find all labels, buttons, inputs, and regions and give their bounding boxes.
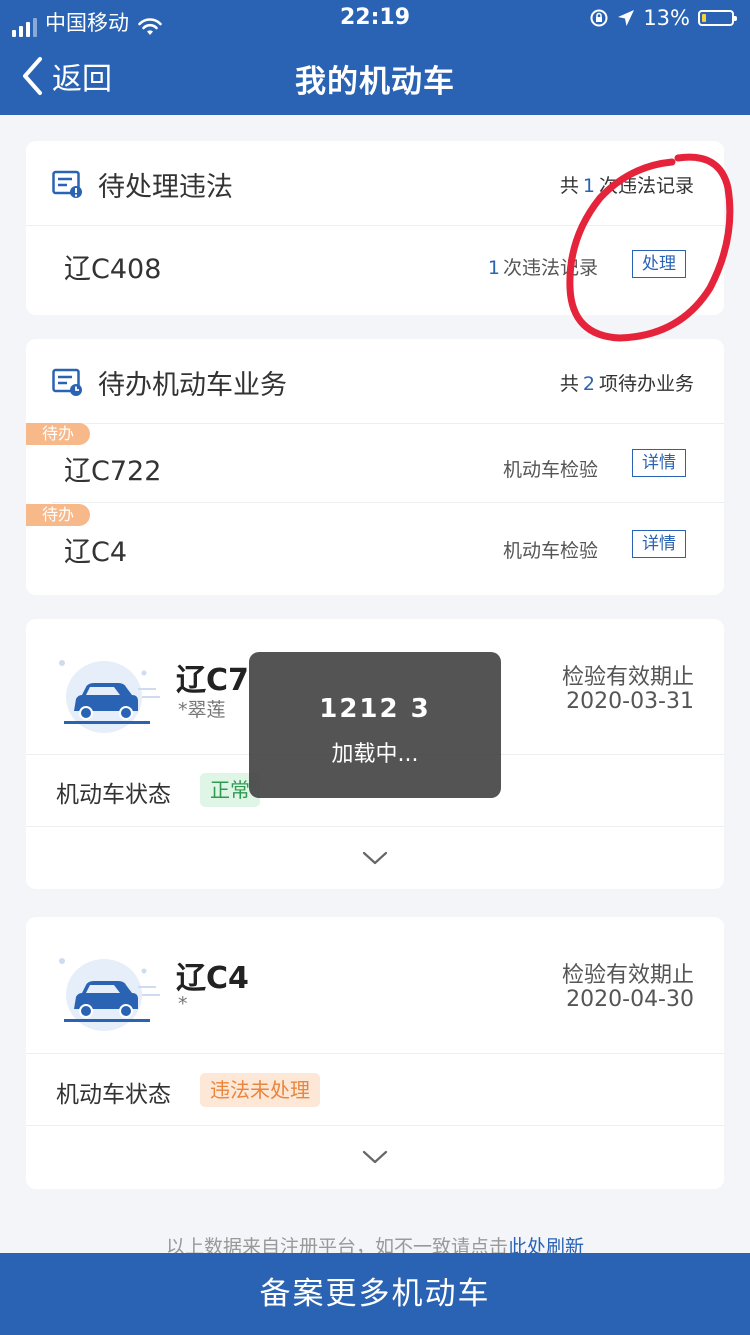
document-alert-icon — [52, 170, 82, 198]
status-badge: 违法未处理 — [200, 1073, 320, 1107]
status-right: 13% — [589, 6, 737, 30]
document-clock-icon — [52, 368, 82, 396]
car-icon — [59, 660, 160, 733]
pending-tag: 待办 — [26, 423, 90, 445]
vehicle-plate: 辽C7 — [176, 663, 249, 698]
pending-tag: 待办 — [26, 504, 90, 526]
pending-header: 待办机动车业务 共 2 项待办业务 — [26, 339, 724, 424]
inspection-expiry-label: 检验有效期止 — [561, 963, 694, 988]
app-header: 中国移动 22:19 13% 返回 我的机动车 — [0, 0, 750, 115]
annotation-circle — [566, 153, 734, 342]
vehicle-plate: 辽C4 — [176, 961, 249, 996]
chevron-down-icon[interactable] — [362, 1149, 388, 1165]
chevron-down-icon[interactable] — [362, 850, 388, 866]
inspection-expiry-label: 检验有效期止 — [561, 665, 694, 690]
vehicle-state-label: 机动车状态 — [56, 782, 171, 808]
plate-number: 辽C4 — [64, 537, 128, 568]
service-name: 机动车检验 — [502, 540, 598, 562]
count-prefix: 共 — [559, 373, 579, 395]
register-more-vehicles-button[interactable]: 备案更多机动车 — [0, 1253, 750, 1335]
battery-icon — [698, 10, 737, 26]
vehicle-owner: * — [178, 993, 188, 1015]
nav-bar: 返回 我的机动车 — [0, 38, 750, 115]
pending-title: 待办机动车业务 — [98, 370, 287, 401]
count-suffix: 项待办业务 — [598, 373, 694, 395]
violation-count-number: 1 — [487, 257, 500, 279]
pending-row: 待办 辽C4 机动车检验 详情 — [26, 504, 724, 586]
service-name: 机动车检验 — [502, 459, 598, 481]
pending-count: 共 2 项待办业务 — [560, 369, 694, 396]
count-number: 2 — [582, 373, 595, 395]
plate-number: 辽C722 — [64, 456, 162, 487]
status-bar: 中国移动 22:19 13% — [0, 0, 750, 38]
vehicle-owner: *翠莲 — [178, 699, 226, 721]
violations-title: 待处理违法 — [98, 172, 233, 203]
section-divider — [26, 826, 724, 827]
toast-code: 1212 3 — [319, 694, 431, 724]
battery-percent: 13% — [643, 6, 690, 30]
pending-business-card: 待办机动车业务 共 2 项待办业务 待办 辽C722 机动车检验 详情 待办 辽C4… — [26, 339, 724, 595]
loading-toast: 1212 3 加载中... — [249, 652, 501, 798]
toast-loading-text: 加载中... — [331, 742, 419, 767]
details-button[interactable]: 详情 — [632, 449, 686, 477]
vehicle-card[interactable]: 辽C4 * 检验有效期止 2020-04-30 机动车状态 违法未处理 — [26, 917, 724, 1189]
inspection-expiry-date: 2020-04-30 — [566, 987, 694, 1012]
location-icon — [618, 10, 635, 26]
plate-number: 辽C408 — [64, 254, 162, 285]
row-divider — [52, 502, 724, 503]
rotation-lock-icon — [590, 9, 608, 27]
pending-row: 待办 辽C722 机动车检验 详情 — [26, 423, 724, 505]
vehicle-state-label: 机动车状态 — [56, 1082, 171, 1108]
page-title: 我的机动车 — [295, 64, 455, 100]
inspection-expiry-date: 2020-03-31 — [566, 689, 694, 714]
section-divider — [26, 1125, 724, 1126]
details-button[interactable]: 详情 — [632, 530, 686, 558]
section-divider — [26, 1053, 724, 1054]
car-icon — [59, 958, 160, 1031]
